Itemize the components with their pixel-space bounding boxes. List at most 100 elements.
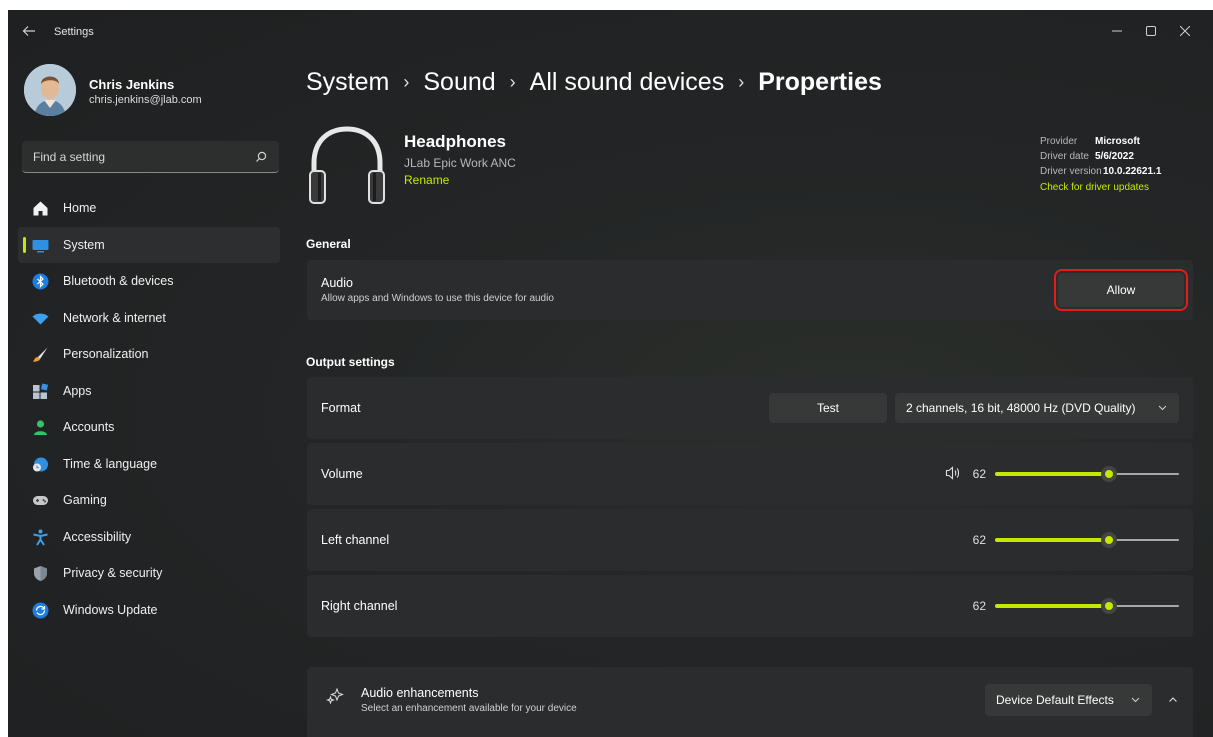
slider-fill: [995, 538, 1109, 542]
volume-label: Volume: [321, 467, 363, 481]
sidebar-item-label: Personalization: [63, 347, 149, 362]
enhancements-value: Device Default Effects: [996, 693, 1114, 707]
format-label: Format: [321, 401, 361, 415]
system-icon: [32, 237, 49, 254]
sidebar-item-personalization[interactable]: Personalization: [18, 336, 280, 373]
maximize-button[interactable]: [1136, 18, 1166, 44]
update-icon: [32, 602, 49, 619]
sidebar-item-gaming[interactable]: Gaming: [18, 482, 280, 519]
title-bar: Settings: [8, 10, 1213, 56]
breadcrumb: System › Sound › All sound devices › Pro…: [306, 68, 882, 97]
check-driver-updates-link[interactable]: Check for driver updates: [1040, 182, 1161, 193]
sidebar-item-accessibility[interactable]: Accessibility: [18, 519, 280, 556]
clock-globe-icon: [32, 456, 49, 473]
rename-link[interactable]: Rename: [404, 173, 449, 187]
sidebar-item-windows-update[interactable]: Windows Update: [18, 592, 280, 629]
sidebar-item-label: Home: [63, 201, 97, 216]
accessibility-icon: [32, 529, 49, 546]
driver-info: Provider Microsoft Driver date 5/6/2022 …: [1040, 136, 1161, 193]
active-indicator: [23, 236, 26, 253]
minimize-button[interactable]: [1102, 18, 1132, 44]
enhancements-dropdown[interactable]: Device Default Effects: [985, 684, 1152, 716]
breadcrumb-system[interactable]: System: [306, 68, 389, 97]
left-channel-label: Left channel: [321, 533, 390, 547]
chevron-right-icon: ›: [403, 72, 410, 92]
sidebar-item-system[interactable]: System: [18, 226, 280, 263]
volume-value: 62: [972, 467, 986, 481]
enhancements-title: Audio enhancements: [361, 686, 479, 700]
apps-icon: [32, 382, 49, 400]
speaker-icon[interactable]: [945, 465, 961, 486]
slider-thumb[interactable]: [1101, 466, 1117, 482]
chevron-down-icon: [1131, 693, 1140, 707]
right-channel-value: 62: [972, 599, 986, 613]
breadcrumb-properties: Properties: [758, 68, 882, 96]
device-model: JLab Epic Work ANC: [404, 156, 516, 170]
driver-provider-value: Microsoft: [1095, 136, 1140, 147]
brush-icon: [32, 346, 49, 363]
shield-icon: [32, 565, 49, 582]
sidebar-item-apps[interactable]: Apps: [18, 373, 280, 410]
accounts-icon: [32, 419, 49, 436]
sidebar-nav: Home System Bluetooth & devices Network …: [18, 190, 280, 628]
avatar[interactable]: [24, 64, 76, 116]
sidebar-item-privacy-security[interactable]: Privacy & security: [18, 555, 280, 592]
sidebar-item-label: System: [63, 237, 105, 252]
slider-fill: [995, 604, 1109, 608]
user-name: Chris Jenkins: [89, 77, 175, 92]
driver-version-label: Driver version: [1040, 166, 1102, 177]
sidebar-item-time-language[interactable]: Time & language: [18, 446, 280, 483]
sidebar-item-label: Accounts: [63, 420, 115, 435]
enhancements-description: Select an enhancement available for your…: [361, 703, 577, 714]
volume-slider[interactable]: [995, 466, 1179, 482]
sidebar-item-network[interactable]: Network & internet: [18, 300, 280, 337]
left-channel-value: 62: [972, 533, 986, 547]
breadcrumb-sound[interactable]: Sound: [423, 68, 495, 97]
test-button[interactable]: Test: [769, 393, 887, 423]
format-dropdown[interactable]: 2 channels, 16 bit, 48000 Hz (DVD Qualit…: [895, 393, 1179, 423]
allow-button[interactable]: Allow: [1054, 269, 1188, 311]
sidebar-item-label: Windows Update: [63, 602, 158, 617]
bluetooth-icon: [32, 273, 49, 290]
sidebar-item-home[interactable]: Home: [18, 190, 280, 227]
format-value: 2 channels, 16 bit, 48000 Hz (DVD Qualit…: [906, 401, 1136, 415]
chevron-right-icon: ›: [509, 72, 516, 92]
chevron-right-icon: ›: [738, 72, 745, 92]
enhancements-icon: [326, 687, 344, 710]
audio-description: Allow apps and Windows to use this devic…: [321, 293, 554, 304]
chevron-down-icon: [1158, 401, 1167, 415]
driver-version-value: 10.0.22621.1: [1103, 166, 1162, 177]
home-icon: [32, 200, 49, 217]
general-section-title: General: [306, 237, 351, 251]
slider-fill: [995, 472, 1109, 476]
search-input[interactable]: Find a setting: [22, 141, 279, 173]
close-button[interactable]: [1170, 18, 1200, 44]
sidebar-item-label: Time & language: [63, 456, 158, 471]
wifi-icon: [32, 310, 49, 327]
controller-icon: [32, 492, 49, 509]
right-channel-label: Right channel: [321, 599, 398, 613]
slider-thumb[interactable]: [1101, 532, 1117, 548]
search-icon[interactable]: [255, 150, 269, 164]
sidebar-item-accounts[interactable]: Accounts: [18, 409, 280, 446]
driver-date-value: 5/6/2022: [1095, 151, 1134, 162]
sidebar-item-label: Network & internet: [63, 310, 166, 325]
left-channel-slider[interactable]: [995, 532, 1179, 548]
right-channel-slider[interactable]: [995, 598, 1179, 614]
headphones-icon: [306, 123, 388, 209]
sidebar-item-label: Accessibility: [63, 529, 132, 544]
app-title: Settings: [54, 26, 94, 38]
back-arrow-icon[interactable]: [22, 24, 38, 40]
chevron-up-icon[interactable]: [1163, 690, 1183, 710]
breadcrumb-all-sound-devices[interactable]: All sound devices: [530, 68, 725, 97]
driver-date-label: Driver date: [1040, 151, 1089, 162]
slider-thumb[interactable]: [1101, 598, 1117, 614]
search-placeholder: Find a setting: [33, 150, 106, 164]
sidebar-item-label: Bluetooth & devices: [63, 274, 174, 289]
sidebar-item-label: Privacy & security: [63, 566, 163, 581]
audio-title: Audio: [321, 276, 353, 290]
driver-provider-label: Provider: [1040, 136, 1078, 147]
settings-window: Settings Chris Jenkins chris.jenkins@jla…: [8, 10, 1213, 737]
sidebar-item-bluetooth-devices[interactable]: Bluetooth & devices: [18, 263, 280, 300]
sidebar-item-label: Gaming: [63, 493, 107, 508]
